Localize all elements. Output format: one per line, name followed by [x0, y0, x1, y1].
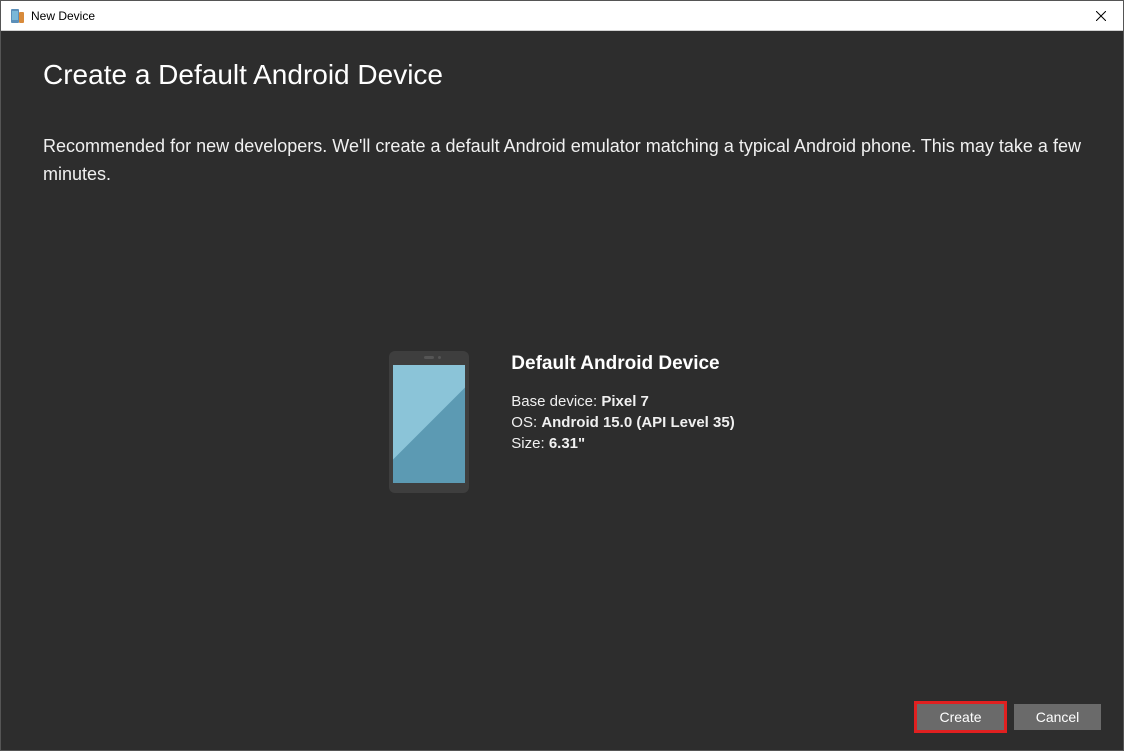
spec-os-label: OS:: [511, 414, 537, 431]
close-icon: [1096, 11, 1106, 21]
spec-os-value: Android 15.0 (API Level 35): [541, 414, 734, 431]
close-button[interactable]: [1078, 1, 1123, 31]
device-preview-area: Default Android Device Base device: Pixe…: [1, 351, 1123, 493]
phone-icon: [389, 351, 469, 493]
spec-size: Size: 6.31": [511, 435, 734, 452]
spec-os: OS: Android 15.0 (API Level 35): [511, 414, 734, 431]
phone-camera-icon: [438, 356, 441, 359]
app-icon: [9, 8, 25, 24]
cancel-button[interactable]: Cancel: [1014, 704, 1101, 730]
phone-illustration: [389, 351, 469, 493]
spec-base-device-label: Base device:: [511, 393, 597, 410]
phone-screen-icon: [393, 365, 465, 483]
dialog-button-row: Create Cancel: [917, 704, 1101, 730]
spec-size-label: Size:: [511, 435, 544, 452]
page-description: Recommended for new developers. We'll cr…: [43, 133, 1081, 189]
titlebar: New Device: [1, 1, 1123, 31]
window-title: New Device: [31, 9, 95, 23]
dialog-content: Create a Default Android Device Recommen…: [1, 31, 1123, 750]
device-details: Default Android Device Base device: Pixe…: [511, 351, 734, 456]
device-name: Default Android Device: [511, 353, 734, 375]
spec-size-value: 6.31": [549, 435, 585, 452]
page-heading: Create a Default Android Device: [43, 59, 1081, 91]
spec-base-device: Base device: Pixel 7: [511, 393, 734, 410]
create-button[interactable]: Create: [917, 704, 1004, 730]
spec-base-device-value: Pixel 7: [601, 393, 649, 410]
titlebar-left: New Device: [9, 8, 95, 24]
phone-speaker-icon: [424, 356, 434, 359]
